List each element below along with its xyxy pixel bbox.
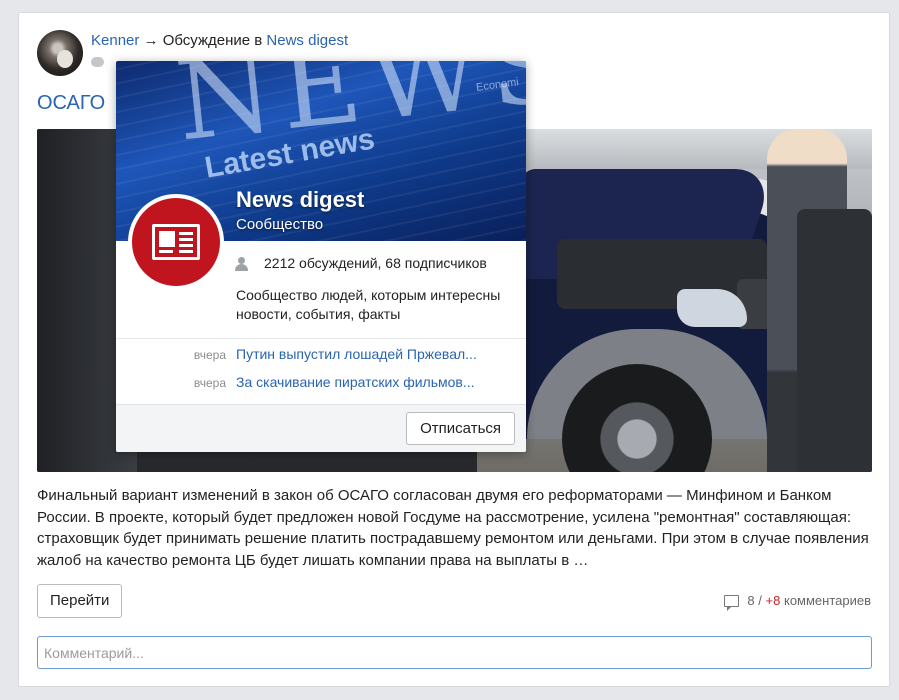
photo-bin: [797, 209, 872, 472]
community-type: Сообщество: [236, 216, 324, 233]
comment-icon: [724, 594, 740, 611]
post-body: Финальный вариант изменений в закон об О…: [37, 487, 869, 569]
popup-footer: Отписаться: [116, 404, 526, 452]
news-link[interactable]: Путин выпустил лошадей Пржевал...: [236, 346, 477, 362]
unsubscribe-button[interactable]: Отписаться: [406, 412, 515, 445]
comment-bubble-icon: [91, 57, 104, 67]
arrow-icon: →: [143, 32, 159, 49]
community-popup: NEWS Latest news Economi News digest Соо…: [116, 61, 526, 452]
news-link[interactable]: За скачивание пиратских фильмов...: [236, 374, 475, 390]
context-prefix: Обсуждение в: [162, 32, 263, 49]
news-item: вчера Путин выпустил лошадей Пржевал...: [116, 345, 526, 365]
post-title[interactable]: ОСАГО: [37, 91, 105, 115]
community-name[interactable]: News digest: [236, 187, 364, 213]
post-header: Kenner → Обсуждение в News digest: [91, 32, 348, 50]
news-time: вчера: [193, 376, 226, 390]
comments-counter[interactable]: 8 / +8 комментариев: [724, 593, 871, 611]
news-item: вчера За скачивание пиратских фильмов...: [116, 373, 526, 393]
news-time: вчера: [193, 348, 226, 362]
community-link[interactable]: News digest: [266, 32, 348, 49]
comments-separator: /: [758, 593, 762, 608]
community-logo[interactable]: [128, 194, 224, 290]
go-button[interactable]: Перейти: [37, 584, 123, 618]
comments-new: +8: [765, 593, 781, 608]
avatar[interactable]: [37, 30, 83, 76]
community-description: Сообщество людей, которым интересны ново…: [236, 287, 501, 322]
divider: [116, 338, 526, 339]
comments-label: комментариев: [783, 593, 871, 608]
comments-count: 8: [747, 593, 755, 608]
author-link[interactable]: Kenner: [91, 32, 139, 49]
newspaper-shape: [152, 224, 200, 260]
stats-text: 2212 обсуждений, 68 подписчиков: [264, 255, 487, 271]
users-icon: [234, 257, 252, 271]
newspaper-icon: [132, 198, 220, 286]
comment-input[interactable]: [37, 636, 872, 669]
